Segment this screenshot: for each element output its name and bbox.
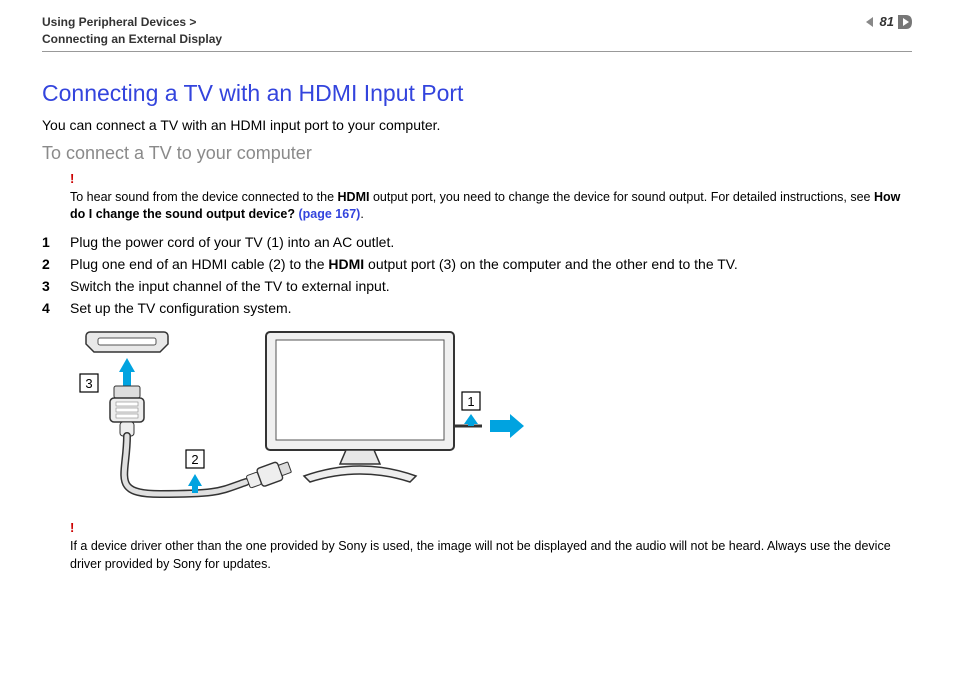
callout-3: 3 xyxy=(80,374,98,392)
notice-driver: ! If a device driver other than the one … xyxy=(70,519,912,573)
hdmi-connector-icon xyxy=(110,386,144,436)
step-3: 3 Switch the input channel of the TV to … xyxy=(42,278,912,294)
arrow-right-icon xyxy=(490,414,524,438)
page-title: Connecting a TV with an HDMI Input Port xyxy=(42,80,912,107)
breadcrumb: Using Peripheral Devices > Connecting an… xyxy=(42,14,222,49)
arrow-up-icon xyxy=(119,358,135,386)
step-4: 4 Set up the TV configuration system. xyxy=(42,300,912,316)
connection-diagram: 3 2 xyxy=(70,326,912,511)
intro-text: You can connect a TV with an HDMI input … xyxy=(42,117,912,133)
callout-2: 2 xyxy=(186,450,204,493)
breadcrumb-separator: > xyxy=(189,15,196,29)
subheading: To connect a TV to your computer xyxy=(42,143,912,164)
page-nav: 81 xyxy=(864,14,912,29)
notice-text: To hear sound from the device connected … xyxy=(70,190,900,222)
tv-icon xyxy=(266,332,454,482)
step-1: 1 Plug the power cord of your TV (1) int… xyxy=(42,234,912,250)
svg-text:1: 1 xyxy=(467,394,474,409)
steps-list: 1 Plug the power cord of your TV (1) int… xyxy=(42,234,912,316)
svg-text:2: 2 xyxy=(191,452,198,467)
page-header: Using Peripheral Devices > Connecting an… xyxy=(42,14,912,52)
callout-1: 1 xyxy=(462,392,480,426)
breadcrumb-page: Connecting an External Display xyxy=(42,32,222,46)
svg-text:3: 3 xyxy=(85,376,92,391)
prev-page-icon[interactable] xyxy=(864,16,876,28)
next-page-icon[interactable] xyxy=(898,15,912,29)
page-number: 81 xyxy=(880,14,894,29)
warning-icon: ! xyxy=(70,170,912,188)
hdmi-port-icon xyxy=(86,332,168,352)
notice-text: If a device driver other than the one pr… xyxy=(70,539,891,571)
page-link-167[interactable]: (page 167) xyxy=(298,207,360,221)
warning-icon: ! xyxy=(70,519,912,537)
breadcrumb-section: Using Peripheral Devices xyxy=(42,15,186,29)
step-2: 2 Plug one end of an HDMI cable (2) to t… xyxy=(42,256,912,272)
notice-sound-output: ! To hear sound from the device connecte… xyxy=(70,170,912,224)
